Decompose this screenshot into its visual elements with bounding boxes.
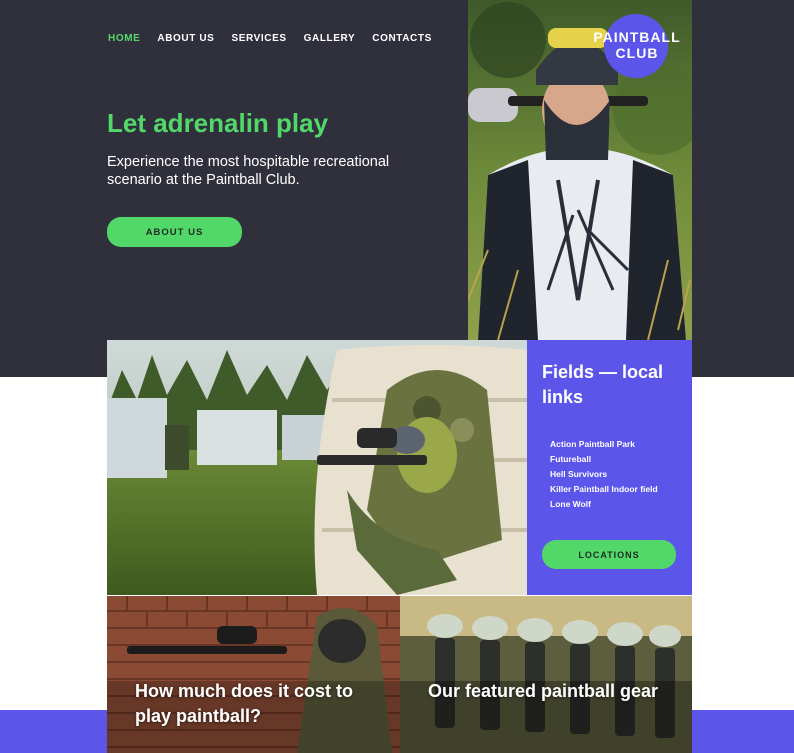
gear-article-title[interactable]: Our featured paintball gear [428,679,668,704]
field-link[interactable]: Futureball [550,452,658,467]
nav-item-home[interactable]: HOME [108,33,140,44]
nav-item-gallery[interactable]: GALLERY [304,33,356,44]
fields-title: Fields — local links [542,362,664,407]
field-link[interactable]: Killer Paintball Indoor field [550,482,658,497]
fields-link-list: Action Paintball Park Futureball Hell Su… [550,437,658,512]
cost-article-tile[interactable]: How much does it cost to play paintball? [107,596,400,753]
logo-line-1: PAINTBALL [593,29,681,45]
field-link[interactable]: Action Paintball Park [550,437,658,452]
hero-title: Let adrenalin play [107,108,329,138]
about-us-button[interactable]: ABOUT US [107,217,242,247]
field-link[interactable]: Lone Wolf [550,497,658,512]
hero-description: Experience the most hospitable recreatio… [107,154,390,188]
nav-item-services[interactable]: SERVICES [231,33,286,44]
field-action-photo [107,340,527,595]
gear-article-tile[interactable]: Our featured paintball gear [400,596,692,753]
locations-button[interactable]: LOCATIONS [542,540,676,569]
nav-item-about-us[interactable]: ABOUT US [157,33,214,44]
nav-item-contacts[interactable]: CONTACTS [372,33,432,44]
logo[interactable]: PAINTBALL CLUB [582,29,692,61]
fields-panel: Fields — local links Action Paintball Pa… [527,340,692,595]
logo-line-2: CLUB [615,45,659,61]
main-nav: HOME ABOUT US SERVICES GALLERY CONTACTS [108,33,432,44]
cost-article-title[interactable]: How much does it cost to play paintball? [135,679,375,729]
field-link[interactable]: Hell Survivors [550,467,658,482]
